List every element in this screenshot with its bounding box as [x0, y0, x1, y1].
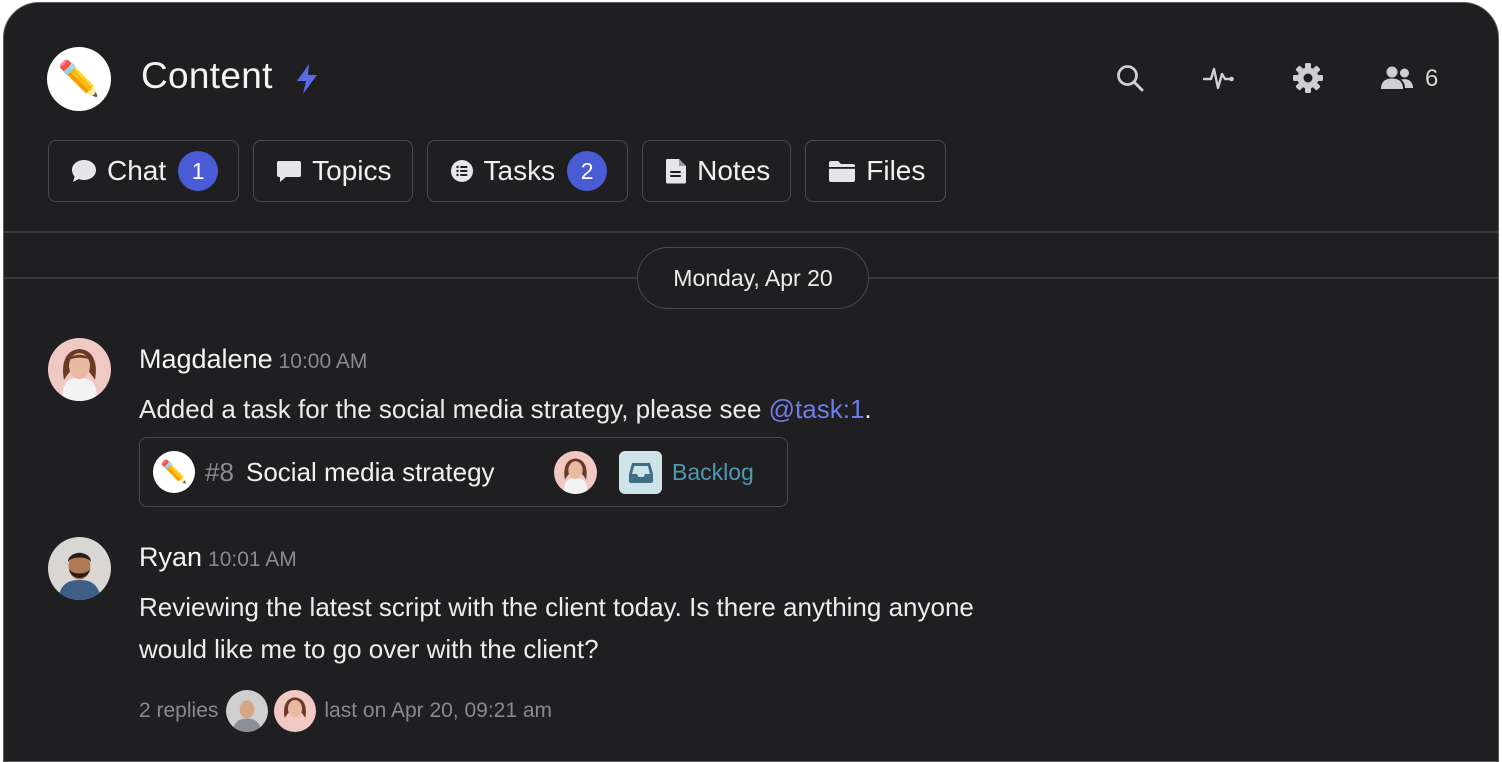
task-status[interactable]: Backlog	[672, 459, 754, 486]
topics-icon	[277, 161, 302, 182]
message-line: Reviewing the latest script with the cli…	[139, 592, 974, 622]
search-icon[interactable]	[1113, 61, 1147, 95]
last-reply-time: last on Apr 20, 09:21 am	[324, 699, 553, 722]
tab-label: Tasks	[483, 155, 556, 186]
task-title: Social media strategy	[246, 457, 495, 487]
tab-label: Chat	[107, 155, 167, 186]
task-assignee-avatar[interactable]	[554, 451, 597, 494]
task-count-badge: 2	[567, 151, 608, 191]
tasks-list-icon	[450, 160, 473, 182]
tab-label: Topics	[312, 155, 392, 186]
tab-label: Files	[866, 155, 926, 186]
channel-header: ✏️ Content 6 Chat 1 Topics Tasks 2 Notes…	[4, 3, 1498, 231]
activity-pulse-icon[interactable]	[1202, 61, 1236, 95]
message-time: 10:00 AM	[278, 350, 368, 373]
task-project-icon: ✏️	[153, 451, 195, 493]
task-number: #8	[205, 457, 234, 487]
message-text: Reviewing the latest script with the cli…	[139, 586, 974, 670]
message-body-end: .	[864, 394, 872, 424]
message-body: Added a task for the social media strate…	[139, 394, 769, 424]
tab-label: Notes	[697, 155, 771, 186]
chat-window: ✏️ Content 6 Chat 1 Topics Tasks 2 Notes…	[3, 2, 1499, 762]
header-divider	[4, 231, 1498, 233]
task-mention-link[interactable]: @task:1	[769, 394, 865, 424]
avatar[interactable]	[48, 537, 111, 600]
message-author[interactable]: Ryan 10:01 AM	[139, 542, 297, 573]
tab-topics[interactable]: Topics	[253, 140, 413, 202]
reply-avatar	[226, 690, 269, 732]
thread-replies[interactable]: 2 replies last on Apr 20, 09:21 am	[139, 690, 552, 732]
lightning-bolt-icon	[297, 64, 317, 94]
tab-tasks[interactable]: Tasks 2	[426, 140, 629, 202]
reply-avatar	[274, 690, 317, 732]
channel-tabs: Chat 1 Topics Tasks 2 Notes Files	[48, 140, 947, 202]
author-name: Ryan	[139, 542, 203, 572]
chat-bubble-icon	[72, 160, 96, 182]
inbox-tray-icon	[619, 451, 662, 494]
members-icon[interactable]	[1379, 61, 1415, 95]
message-author[interactable]: Magdalene 10:00 AM	[139, 344, 367, 375]
channel-title: Content	[141, 55, 273, 96]
avatar[interactable]	[48, 338, 111, 401]
message-line: would like me to go over with the client…	[139, 634, 599, 664]
members-count[interactable]: 6	[1425, 65, 1438, 93]
settings-gear-icon[interactable]	[1291, 61, 1325, 95]
message-text: Added a task for the social media strate…	[139, 388, 872, 430]
folder-icon	[829, 161, 856, 182]
message-time: 10:01 AM	[208, 548, 297, 571]
tab-chat[interactable]: Chat 1	[48, 140, 240, 202]
note-icon	[666, 159, 687, 184]
tab-files[interactable]: Files	[805, 140, 947, 202]
pencil-icon: ✏️	[57, 60, 101, 98]
tab-notes[interactable]: Notes	[642, 140, 792, 202]
unread-badge: 1	[178, 151, 219, 191]
channel-logo[interactable]: ✏️	[47, 47, 111, 111]
pencil-icon: ✏️	[160, 459, 188, 484]
author-name: Magdalene	[139, 344, 273, 374]
task-card[interactable]: ✏️ #8 Social media strategy Backlog	[139, 437, 788, 507]
date-separator: Monday, Apr 20	[637, 247, 869, 309]
reply-count[interactable]: 2 replies	[139, 699, 218, 723]
